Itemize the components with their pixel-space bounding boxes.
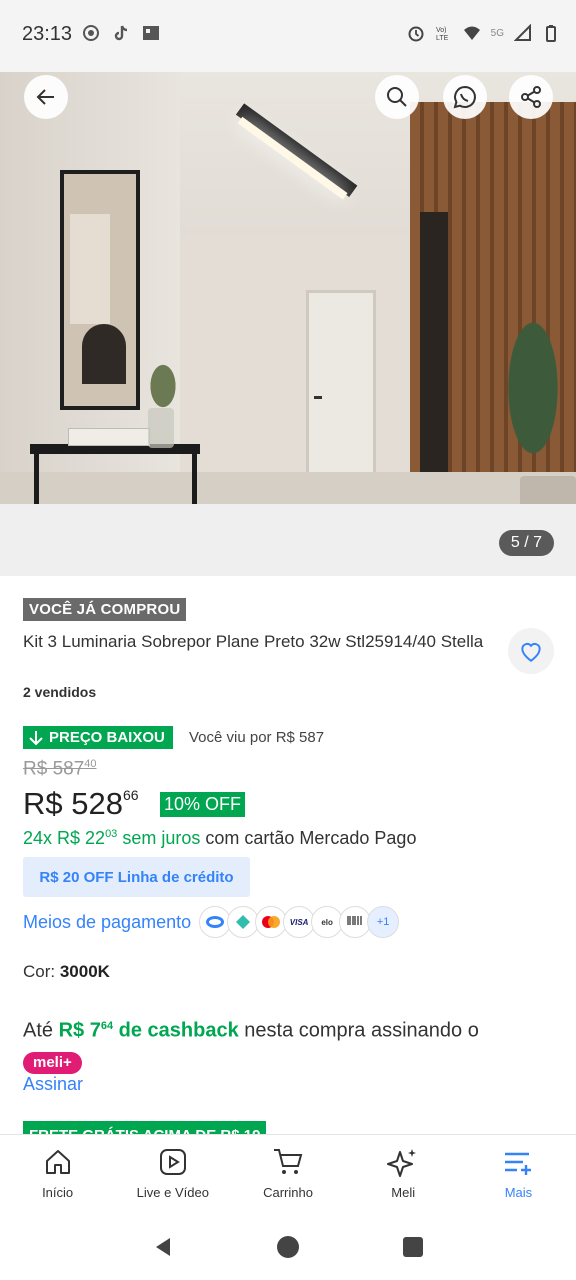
price-drop-tag: PREÇO BAIXOU: [23, 726, 173, 749]
menu-plus-icon: [505, 1152, 532, 1175]
arrow-left-icon: [36, 89, 54, 105]
back-nav-icon[interactable]: [151, 1235, 175, 1259]
search-button[interactable]: [375, 75, 419, 119]
nav-cart[interactable]: Carrinho: [230, 1135, 345, 1215]
more-payment-methods: +1: [367, 906, 400, 938]
wifi-icon: [463, 26, 480, 40]
heart-icon: [521, 643, 541, 662]
cart-icon: [274, 1149, 303, 1174]
network-label: 5G: [490, 27, 504, 39]
subscribe-link[interactable]: Assinar: [23, 1074, 83, 1095]
payment-methods-link[interactable]: Meios de pagamento: [23, 912, 191, 933]
svg-text:Vo): Vo): [436, 27, 447, 34]
battery-icon: [546, 25, 556, 42]
previous-seen-price: Você viu por R$ 587: [189, 729, 325, 746]
purchased-tag: VOCÊ JÁ COMPROU: [23, 598, 187, 621]
installments: 24x R$ 2203 sem juros com cartão Mercado…: [23, 828, 417, 848]
signal-icon: [514, 24, 531, 41]
payment-methods[interactable]: Meios de pagamento VISA elo +1: [23, 906, 400, 938]
whatsapp-icon: [453, 85, 476, 109]
arrow-down-icon: [29, 730, 43, 745]
wall-art: [60, 170, 140, 410]
nav-live-video[interactable]: Live e Vídeo: [115, 1135, 230, 1215]
color-selector[interactable]: Cor: 3000K: [23, 962, 110, 982]
status-bar: 23:13 Vo) LTE 5G: [0, 0, 576, 72]
bottom-navigation: Início Live e Vídeo Carrinho Meli Mais: [0, 1134, 576, 1215]
system-navigation: [0, 1214, 576, 1280]
whatsapp-share-button[interactable]: [443, 75, 487, 119]
cashback-info: Até R$ 764 de cashback nesta compra assi…: [23, 1010, 543, 1079]
current-price: R$ 52866: [23, 786, 139, 821]
product-image[interactable]: [0, 72, 576, 504]
ceiling-light: [235, 103, 358, 197]
volte-icon: Vo)LTE: [436, 27, 449, 42]
clock: 23:13: [22, 23, 73, 45]
gallery-icon: [143, 26, 159, 40]
back-button[interactable]: [24, 75, 68, 119]
svg-text:LTE: LTE: [436, 35, 449, 42]
product-title: Kit 3 Luminaria Sobrepor Plane Preto 32w…: [23, 632, 484, 651]
old-price: R$ 58740: [23, 758, 97, 780]
home-icon: [45, 1150, 70, 1174]
sparkle-icon: [387, 1149, 417, 1177]
play-icon: [159, 1149, 186, 1175]
sold-count: 2 vendidos: [23, 684, 97, 700]
tiktok-icon: [114, 25, 128, 41]
search-icon: [387, 87, 407, 107]
nav-more[interactable]: Mais: [461, 1135, 576, 1215]
nav-meli[interactable]: Meli: [346, 1135, 461, 1215]
image-counter: 5 / 7: [498, 530, 554, 556]
favorite-button[interactable]: [508, 628, 554, 674]
credit-offer-banner[interactable]: R$ 20 OFF Linha de crédito: [23, 857, 250, 897]
nav-home[interactable]: Início: [0, 1135, 115, 1215]
share-icon: [521, 86, 541, 108]
share-button[interactable]: [509, 75, 553, 119]
discount-badge: 10% OFF: [160, 792, 246, 817]
notification-icon: [83, 25, 99, 41]
recents-nav-icon[interactable]: [401, 1235, 425, 1259]
meli-plus-badge: meli+: [23, 1051, 82, 1074]
alarm-icon: [408, 26, 424, 42]
home-nav-icon[interactable]: [276, 1235, 300, 1259]
